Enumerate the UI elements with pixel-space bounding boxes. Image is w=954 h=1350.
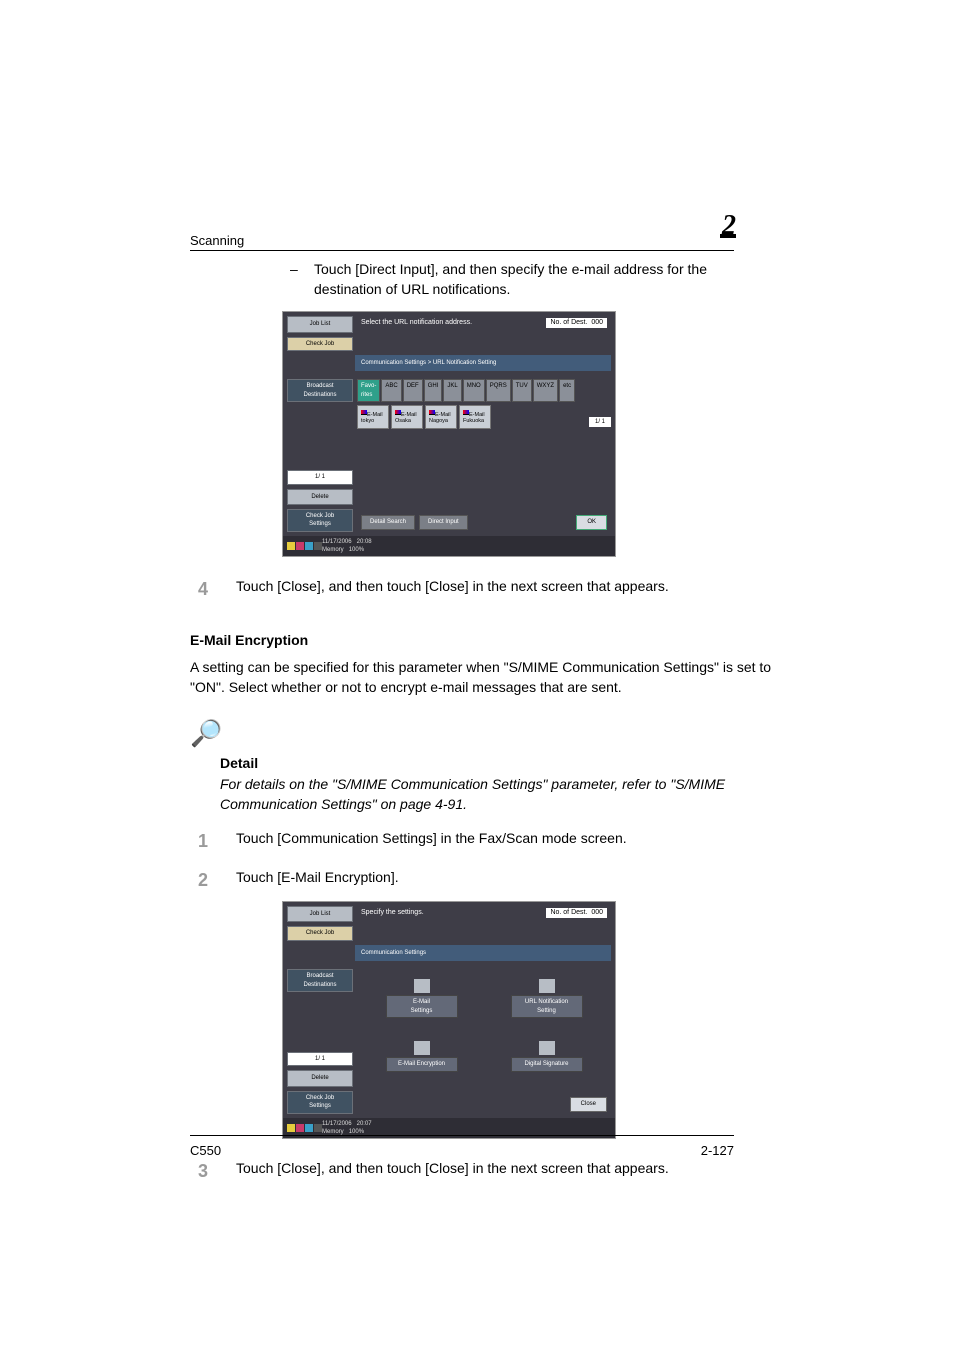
email-settings-icon xyxy=(414,979,430,993)
email-encryption-icon xyxy=(414,1041,430,1055)
toner-k-icon xyxy=(314,542,322,550)
tab-abc[interactable]: ABC xyxy=(381,379,401,402)
dest-chip[interactable]: E-Mail Fukuoka xyxy=(459,405,491,429)
breadcrumb: Communication Settings xyxy=(355,945,611,961)
url-notification-icon xyxy=(539,979,555,993)
step-number-4: 4 xyxy=(190,577,208,602)
broadcast-destinations[interactable]: Broadcast Destinations xyxy=(287,969,353,992)
status-mem-value: 100% xyxy=(349,547,364,553)
step-text-2: Touch [E-Mail Encryption]. xyxy=(236,868,774,888)
step-number-2: 2 xyxy=(190,868,208,893)
tab-pqrs[interactable]: PQRS xyxy=(486,379,511,402)
detail-heading: Detail xyxy=(220,754,774,774)
footer-page: 2-127 xyxy=(701,1142,734,1160)
left-pager: 1/ 1 xyxy=(287,470,353,484)
dest-count-label: No. of Dest. 000 xyxy=(546,318,607,328)
ok-button[interactable]: OK xyxy=(576,515,607,529)
broadcast-destinations[interactable]: Broadcast Destinations xyxy=(287,379,353,402)
digital-signature-icon xyxy=(539,1041,555,1055)
tab-jkl[interactable]: JKL xyxy=(443,379,461,402)
email-encryption-button[interactable]: E-Mail Encryption xyxy=(386,1057,458,1071)
detail-search-button[interactable]: Detail Search xyxy=(361,515,415,529)
step-text-4: Touch [Close], and then touch [Close] in… xyxy=(236,577,774,597)
status-time: 20:08 xyxy=(357,539,372,545)
chip-pager: 1/ 1 xyxy=(589,417,611,427)
check-job-button[interactable]: Check Job xyxy=(287,926,353,940)
status-date: 11/17/2006 xyxy=(322,539,352,545)
status-mem-label: Memory xyxy=(322,547,344,553)
close-button[interactable]: Close xyxy=(570,1097,607,1111)
job-list-button[interactable]: Job List xyxy=(287,316,353,332)
left-pager: 1/ 1 xyxy=(287,1052,353,1066)
dest-chip[interactable]: E-Mail Osaka xyxy=(391,405,423,429)
step-text-3: Touch [Close], and then touch [Close] in… xyxy=(236,1159,774,1179)
toner-c-icon xyxy=(305,1124,313,1132)
job-list-button[interactable]: Job List xyxy=(287,906,353,922)
status-date: 11/17/2006 xyxy=(322,1121,352,1127)
email-settings-button[interactable]: E-Mail Settings xyxy=(386,995,458,1018)
tab-ghi[interactable]: GHI xyxy=(424,379,443,402)
tab-etc[interactable]: etc xyxy=(559,379,575,402)
footer-model: C550 xyxy=(190,1142,221,1160)
toner-c-icon xyxy=(305,542,313,550)
check-job-settings[interactable]: Check Job Settings xyxy=(287,509,353,532)
running-header: Scanning xyxy=(190,232,244,250)
tab-tuv[interactable]: TUV xyxy=(512,379,532,402)
url-notification-button[interactable]: URL Notification Setting xyxy=(511,995,583,1018)
magnifier-icon: 🔎 xyxy=(190,715,222,751)
digital-signature-button[interactable]: Digital Signature xyxy=(511,1057,583,1071)
tab-mno[interactable]: MNO xyxy=(463,379,485,402)
toner-m-icon xyxy=(296,542,304,550)
check-job-settings[interactable]: Check Job Settings xyxy=(287,1091,353,1114)
detail-text: For details on the "S/MIME Communication… xyxy=(220,775,774,814)
section-paragraph: A setting can be specified for this para… xyxy=(190,658,774,697)
section-heading-email-encryption: E-Mail Encryption xyxy=(190,631,774,651)
instruction-text: Select the URL notification address. xyxy=(361,318,546,328)
screenshot-url-notification: Job List Check Job Select the URL notifi… xyxy=(282,311,616,557)
tab-wxyz[interactable]: WXYZ xyxy=(533,379,558,402)
dest-chip[interactable]: E-Mail tokyo xyxy=(357,405,389,429)
delete-button[interactable]: Delete xyxy=(287,1070,353,1086)
toner-k-icon xyxy=(314,1124,322,1132)
step-number-1: 1 xyxy=(190,829,208,854)
step-text-1: Touch [Communication Settings] in the Fa… xyxy=(236,829,774,849)
toner-y-icon xyxy=(287,542,295,550)
tab-def[interactable]: DEF xyxy=(403,379,423,402)
tab-favorites[interactable]: Favo- rites xyxy=(357,379,380,402)
dest-count-label: No. of Dest. 000 xyxy=(546,908,607,918)
screenshot-comm-settings: Job List Check Job Specify the settings.… xyxy=(282,901,616,1139)
breadcrumb: Communication Settings > URL Notificatio… xyxy=(355,355,611,371)
dest-chip[interactable]: E-Mail Nagoya xyxy=(425,405,457,429)
check-job-button[interactable]: Check Job xyxy=(287,337,353,351)
delete-button[interactable]: Delete xyxy=(287,489,353,505)
status-time: 20:07 xyxy=(357,1121,372,1127)
instruction-text: Specify the settings. xyxy=(361,908,546,918)
toner-m-icon xyxy=(296,1124,304,1132)
toner-y-icon xyxy=(287,1124,295,1132)
direct-input-button[interactable]: Direct Input xyxy=(419,515,468,529)
bullet-direct-input: Touch [Direct Input], and then specify t… xyxy=(290,260,774,299)
step-number-3: 3 xyxy=(190,1159,208,1184)
